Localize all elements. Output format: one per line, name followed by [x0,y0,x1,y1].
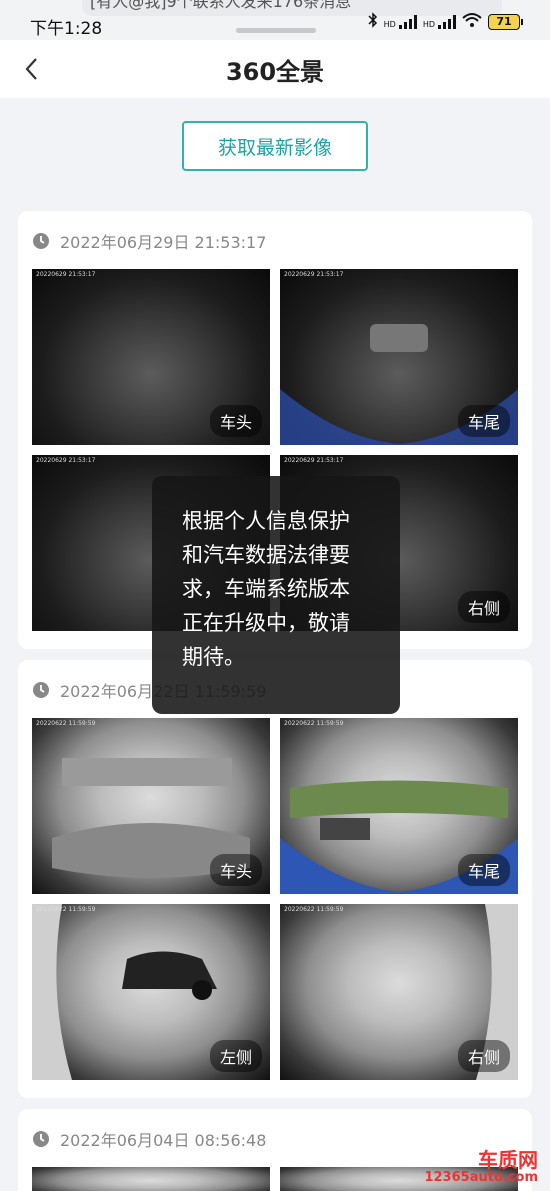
nav-header: 360全景 [0,40,550,98]
image-overlay-text: 20220629 21:53:17 [284,271,344,278]
camera-image-rear[interactable]: 20220622 11:59:59 车尾 [280,718,518,894]
image-label: 车头 [209,405,262,437]
camera-image-rear[interactable]: 20220629 21:53:17 车尾 [280,269,518,445]
camera-image-front[interactable]: 20220629 21:53:17 车头 [32,269,270,445]
record-timestamp-row: 2022年06月29日 21:53:17 [32,229,266,253]
image-label: 右侧 [457,1040,510,1072]
camera-image-left[interactable]: 20220622 11:59:59 左侧 [32,904,270,1080]
record-timestamp-row: 2022年06月04日 08:56:48 [32,1127,266,1151]
status-time: 下午1:28 [30,19,103,39]
status-bar: [有人@我]9个联系人发来176条消息 下午1:28 HD HD 71 [0,0,550,40]
watermark-logo: 车质网 12365auto.com [424,1149,538,1185]
camera-image-right[interactable]: 20220622 11:59:59 右侧 [280,904,518,1080]
image-overlay-text: 20220622 11:59:59 [36,906,96,913]
camera-image-front[interactable] [32,1167,270,1191]
clock-icon [33,233,49,249]
image-label: 车头 [209,854,262,886]
record-card: 2022年06月22日 11:59:59 20220622 11:59:59 车… [18,660,532,1098]
toast-message: 根据个人信息保护和汽车数据法律要求，车端系统版本正在升级中，敬请期待。 [152,476,400,714]
image-overlay-text: 20220629 21:53:17 [36,457,96,464]
clock-icon [33,1131,49,1147]
fetch-latest-images-button[interactable]: 获取最新影像 [182,121,368,171]
record-timestamp: 2022年06月04日 08:56:48 [60,1131,267,1150]
bluetooth-icon [368,12,378,31]
image-label: 右侧 [457,591,510,623]
watermark-url: 12365auto.com [424,1170,538,1185]
page-title: 360全景 [225,58,325,86]
battery-icon: 71 [488,13,523,30]
camera-image-front[interactable]: 20220622 11:59:59 车头 [32,718,270,894]
record-timestamp: 2022年06月29日 21:53:17 [60,233,267,252]
image-overlay-text: 20220629 21:53:17 [36,271,96,278]
image-label: 左侧 [209,1040,262,1072]
signal-icon-1: HD [384,14,417,29]
image-label: 车尾 [457,405,510,437]
watermark-brand: 车质网 [478,1148,538,1172]
image-overlay-text: 20220622 11:59:59 [284,906,344,913]
status-icons: HD HD 71 [368,12,523,31]
wifi-icon [462,12,482,31]
image-overlay-text: 20220629 21:53:17 [284,457,344,464]
drag-handle [236,28,316,33]
image-label: 车尾 [457,854,510,886]
image-overlay-text: 20220622 11:59:59 [36,720,96,727]
signal-icon-2: HD [423,14,456,29]
clock-icon [33,682,49,698]
image-overlay-text: 20220622 11:59:59 [284,720,344,727]
